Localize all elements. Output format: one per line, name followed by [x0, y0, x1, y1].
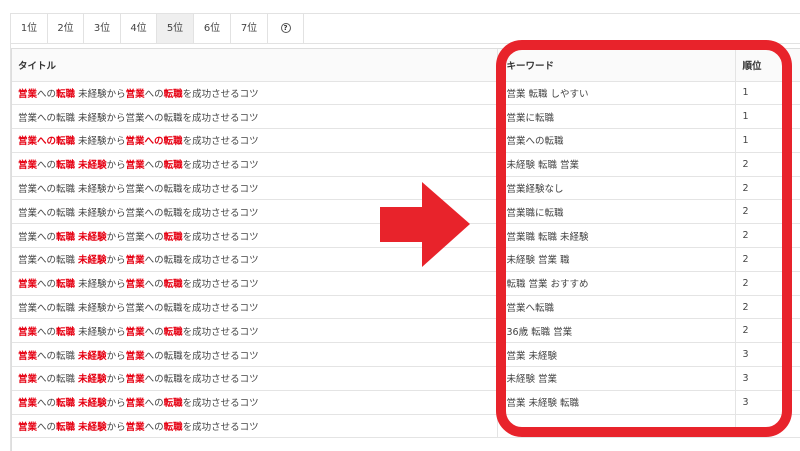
row-title: 営業への転職 未経験から営業への転職を成功させるコツ — [12, 342, 497, 368]
row-rank: 2 — [734, 318, 800, 344]
header-title[interactable]: タイトル — [12, 49, 497, 82]
rank-tabs: 1位 2位 3位 4位 5位 6位 7位? — [11, 14, 304, 44]
header-rank[interactable]: 順位 — [734, 49, 800, 82]
row-rank: 1 — [734, 81, 800, 106]
row-rank: 2 — [734, 176, 800, 201]
tab-help[interactable]: ? — [268, 14, 304, 44]
row-keyword: 営業 転職 しやすい — [496, 81, 735, 106]
row-rank: 2 — [734, 247, 800, 272]
row-keyword: 営業 未経験 転職 — [496, 390, 735, 415]
row-rank: 2 — [734, 271, 800, 296]
table-row[interactable]: 営業への転職 未経験から営業への転職を成功させるコツ 営業へ転職 2 — [12, 295, 800, 320]
row-rank: 3 — [734, 366, 800, 391]
row-rank: 2 — [734, 152, 800, 177]
row-rank: 1 — [734, 104, 800, 130]
row-title: 営業への転職 未経験から営業への転職を成功させるコツ — [12, 271, 497, 296]
row-title: 営業への転職 未経験から営業への転職を成功させるコツ — [12, 414, 497, 439]
table-row[interactable]: 営業への転職 未経験から営業への転職を成功させるコツ 営業 転職 しやすい 1 — [12, 81, 800, 106]
table-row[interactable]: 営業への転職 未経験から営業への転職を成功させるコツ 転職 営業 おすすめ 2 — [12, 271, 800, 296]
help-icon: ? — [280, 23, 291, 33]
header-keyword[interactable]: キーワード — [496, 49, 735, 82]
row-keyword: 営業 未経験 — [496, 342, 735, 368]
row-keyword: 営業職に転職 — [496, 199, 735, 225]
table-row[interactable]: 営業への転職 未経験から営業への転職を成功させるコツ 営業への転職 1 — [12, 128, 800, 153]
table-row[interactable]: 営業への転職 未経験から営業への転職を成功させるコツ 営業 未経験 3 — [12, 342, 800, 368]
row-keyword: 営業職 転職 未経験 — [496, 223, 735, 249]
row-rank: 2 — [734, 295, 800, 320]
row-rank: 2 — [734, 223, 800, 249]
table-row[interactable]: 営業への転職 未経験から営業への転職を成功させるコツ 営業 未経験 転職 3 — [12, 390, 800, 415]
right-arrow-icon — [380, 182, 470, 267]
row-title: 営業への転職 未経験から営業への転職を成功させるコツ — [12, 81, 497, 106]
row-title: 営業への転職 未経験から営業への転職を成功させるコツ — [12, 318, 497, 344]
row-keyword: 営業経験なし — [496, 176, 735, 201]
tab-rank-4[interactable]: 4位 — [121, 14, 157, 44]
table-row[interactable]: 営業への転職 未経験から営業への転職を成功させるコツ 未経験 営業 3 — [12, 366, 800, 391]
table-row[interactable]: 営業への転職 未経験から営業への転職を成功させるコツ 営業に転職 1 — [12, 104, 800, 130]
row-rank: 2 — [734, 199, 800, 225]
row-keyword: 36歳 転職 営業 — [496, 318, 735, 344]
tab-rank-2[interactable]: 2位 — [48, 14, 84, 44]
row-rank: 3 — [734, 390, 800, 415]
row-keyword: 未経験 営業 — [496, 366, 735, 391]
tab-rank-1[interactable]: 1位 — [11, 14, 48, 44]
row-rank: 3 — [734, 342, 800, 368]
row-keyword: 未経験 営業 職 — [496, 247, 735, 272]
row-title: 営業への転職 未経験から営業への転職を成功させるコツ — [12, 390, 497, 415]
row-title: 営業への転職 未経験から営業への転職を成功させるコツ — [12, 152, 497, 177]
tab-rank-7[interactable]: 7位 — [231, 14, 268, 44]
row-title: 営業への転職 未経験から営業への転職を成功させるコツ — [12, 128, 497, 153]
tab-rank-5[interactable]: 5位 — [157, 14, 194, 44]
row-rank — [734, 414, 800, 439]
row-keyword: 転職 営業 おすすめ — [496, 271, 735, 296]
tab-rank-3[interactable]: 3位 — [84, 14, 121, 44]
row-rank: 1 — [734, 128, 800, 153]
row-keyword: 営業へ転職 — [496, 295, 735, 320]
tab-rank-6[interactable]: 6位 — [194, 14, 231, 44]
row-title: 営業への転職 未経験から営業への転職を成功させるコツ — [12, 366, 497, 391]
table-row[interactable]: 営業への転職 未経験から営業への転職を成功させるコツ 未経験 転職 営業 2 — [12, 152, 800, 177]
table-header-row: タイトル キーワード 順位 — [12, 49, 800, 82]
row-title: 営業への転職 未経験から営業への転職を成功させるコツ — [12, 295, 497, 320]
row-keyword — [496, 414, 735, 439]
row-keyword: 営業への転職 — [496, 128, 735, 153]
row-title: 営業への転職 未経験から営業への転職を成功させるコツ — [12, 104, 497, 130]
table-row[interactable]: 営業への転職 未経験から営業への転職を成功させるコツ 36歳 転職 営業 2 — [12, 318, 800, 344]
row-keyword: 営業に転職 — [496, 104, 735, 130]
table-row[interactable]: 営業への転職 未経験から営業への転職を成功させるコツ — [12, 414, 800, 439]
row-keyword: 未経験 転職 営業 — [496, 152, 735, 177]
